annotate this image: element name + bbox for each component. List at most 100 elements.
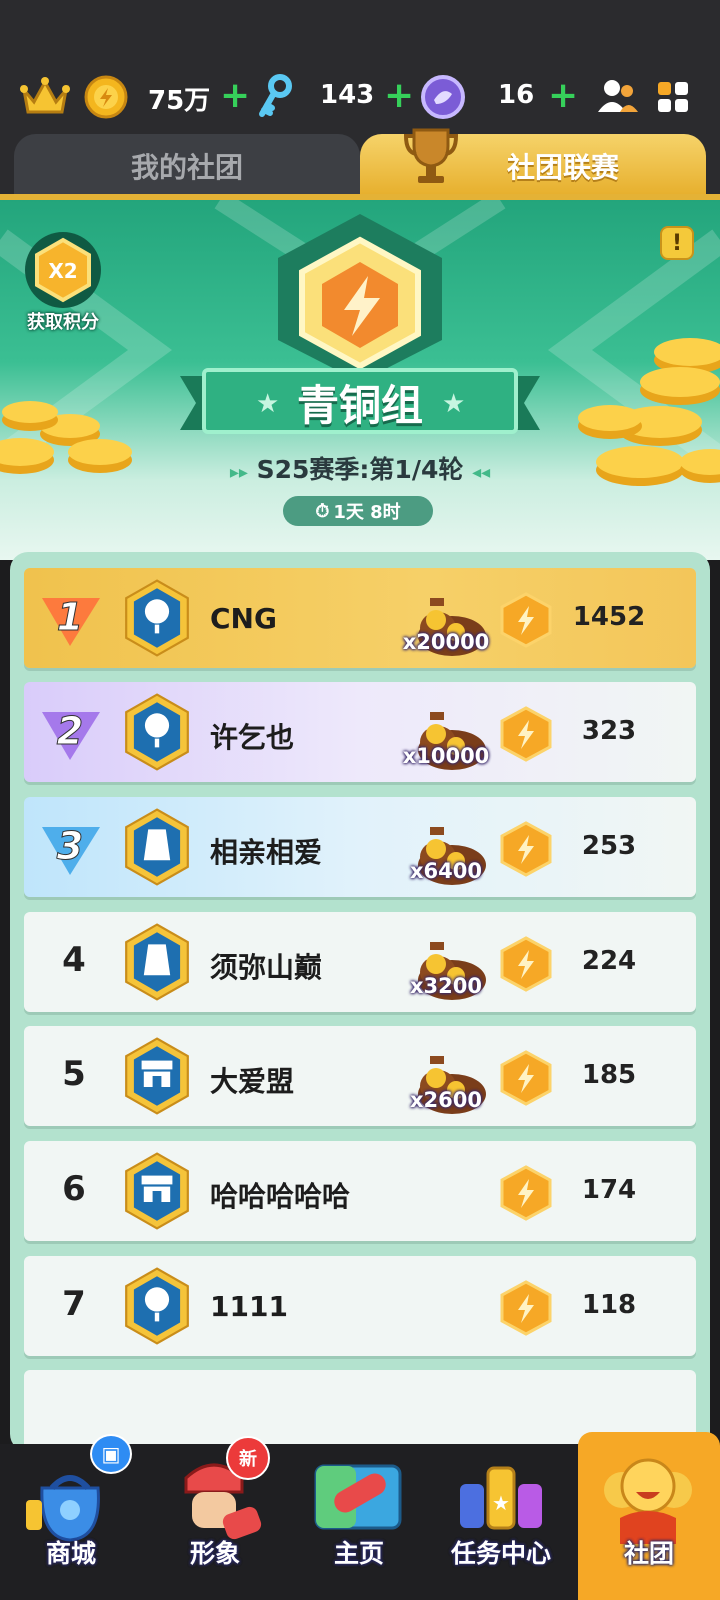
new-badge: 新 (226, 1436, 270, 1480)
currency-bar: 75万 + 143 + 16 + (0, 72, 720, 122)
trophy-icon (400, 124, 462, 193)
league-banner: X2 获取积分 ! ★ ★ 青铜组 ▸▸ S25赛季:第1/4轮 ◂◂ ⏱ 1天… (0, 200, 720, 560)
key-icon (254, 74, 294, 120)
arrows-left-icon: ◂◂ (472, 462, 491, 483)
bottom-nav: ▣ 商城 新 形象 主页 ★ 任务中心 社团 (0, 1432, 720, 1600)
ranking-row[interactable]: 7 1111 118 (24, 1256, 696, 1356)
league-points-icon (500, 1165, 552, 1221)
nav-shop[interactable]: ▣ 商城 (0, 1434, 142, 1600)
club-points: 224 (581, 946, 637, 976)
add-gems-button[interactable]: + (548, 78, 578, 114)
club-points: 185 (581, 1060, 637, 1090)
league-points-icon (500, 1050, 552, 1106)
club-emblem-icon (125, 1037, 189, 1115)
league-points-icon (500, 936, 552, 992)
rank-badge-icon: 1 (42, 595, 100, 646)
nav-club-label: 社团 (623, 1539, 674, 1568)
arrows-right-icon: ▸▸ (229, 462, 248, 483)
rank-number: 2 (57, 709, 83, 753)
season-round: ▸▸ S25赛季:第1/4轮 ◂◂ (0, 450, 720, 486)
add-keys-button[interactable]: + (384, 78, 414, 114)
reward-quantity: x20000 (402, 630, 490, 654)
rank-number: 5 (62, 1054, 86, 1094)
nav-avatar-label: 形象 (189, 1539, 240, 1568)
coin-icon (84, 75, 128, 119)
ranking-row[interactable]: 4 须弥山巅 x3200 224 (24, 912, 696, 1012)
club-name: 1111 (210, 1290, 288, 1323)
ranking-row[interactable]: 3 相亲相爱 x6400 253 (24, 797, 696, 897)
tab-club-league-label: 社团联赛 (506, 151, 619, 184)
nav-tasks[interactable]: ★ 任务中心 (430, 1444, 572, 1600)
club-name: 哈哈哈哈哈 (210, 1180, 351, 1213)
svg-text:★: ★ (492, 1491, 510, 1515)
club-points: 174 (581, 1175, 637, 1205)
nav-club[interactable]: 社团 (578, 1432, 720, 1600)
rank-number: 4 (62, 940, 86, 980)
club-name: 相亲相爱 (210, 836, 323, 869)
countdown-timer: ⏱ 1天 8时 (283, 496, 433, 526)
rank-number: 1 (57, 595, 83, 639)
club-points: 118 (581, 1290, 637, 1320)
double-points-badge[interactable]: X2 获取积分 (18, 230, 108, 334)
info-button[interactable]: ! (660, 226, 694, 260)
gem-icon (420, 74, 466, 120)
keys-value: 143 (320, 80, 375, 110)
club-name: 大爱盟 (210, 1065, 295, 1098)
nav-shop-label: 商城 (45, 1539, 96, 1568)
club-emblem-icon (125, 1152, 189, 1230)
nav-avatar[interactable]: 新 形象 (144, 1436, 286, 1600)
rank-number: 3 (57, 824, 83, 868)
bonus-label: 获取积分 (27, 312, 99, 333)
tab-my-club[interactable]: 我的社团 (14, 134, 360, 198)
season-text: S25赛季:第1/4轮 (256, 455, 464, 484)
club-tabs: 我的社团 社团联赛 (0, 122, 720, 198)
club-emblem-icon (125, 808, 189, 886)
friends-icon[interactable] (598, 78, 638, 116)
ranking-row[interactable]: 1 CNG x20000 1452 (24, 568, 696, 668)
league-points-icon (500, 821, 552, 877)
tv-icon: ▣ (90, 1434, 132, 1474)
rank-badge-icon: 3 (42, 824, 100, 875)
status-bar (0, 0, 720, 72)
club-emblem-icon (125, 693, 189, 771)
club-name: 许乞也 (210, 721, 295, 754)
ranking-row[interactable]: 2 许乞也 x10000 323 (24, 682, 696, 782)
apps-icon[interactable] (656, 80, 690, 114)
reward-quantity: x10000 (402, 744, 490, 768)
group-name: 青铜组 (296, 380, 423, 430)
reward-quantity: x6400 (410, 859, 482, 883)
tab-club-league[interactable]: 社团联赛 (360, 128, 706, 198)
x2-icon: X2 (25, 232, 101, 308)
nav-tasks-label: 任务中心 (450, 1539, 551, 1568)
ranking-row[interactable]: 5 大爱盟 x2600 185 (24, 1026, 696, 1126)
bonus-multiplier: X2 (48, 259, 77, 283)
bronze-league-icon (278, 214, 442, 380)
timer-text: 1天 8时 (333, 502, 401, 523)
club-name: CNG (210, 602, 277, 635)
crown-icon[interactable] (20, 76, 70, 118)
club-emblem-icon (125, 923, 189, 1001)
reward-quantity: x3200 (410, 974, 482, 998)
league-points-icon (500, 706, 552, 762)
league-points-icon (500, 1280, 552, 1336)
club-points: 323 (581, 716, 637, 746)
club-emblem-icon (125, 1267, 189, 1345)
league-points-icon (500, 592, 552, 648)
coins-value: 75万 (148, 86, 211, 116)
spray-cans-icon: ★ (460, 1466, 542, 1530)
stopwatch-icon: ⏱ (315, 500, 330, 522)
club-points: 253 (581, 831, 637, 861)
add-coins-button[interactable]: + (220, 78, 250, 114)
ranking-row[interactable]: 6 哈哈哈哈哈 174 (24, 1141, 696, 1241)
skateboard-map-icon (314, 1464, 402, 1530)
rank-number: 7 (62, 1284, 86, 1324)
nav-home[interactable]: 主页 (288, 1444, 430, 1600)
reward-quantity: x2600 (410, 1088, 482, 1112)
club-points: 1452 (572, 602, 646, 632)
nav-home-label: 主页 (333, 1539, 384, 1568)
club-name: 须弥山巅 (210, 951, 323, 984)
gems-value: 16 (498, 80, 535, 110)
club-emblem-icon (125, 579, 189, 657)
rank-number: 6 (62, 1169, 86, 1209)
rank-badge-icon: 2 (42, 709, 100, 760)
